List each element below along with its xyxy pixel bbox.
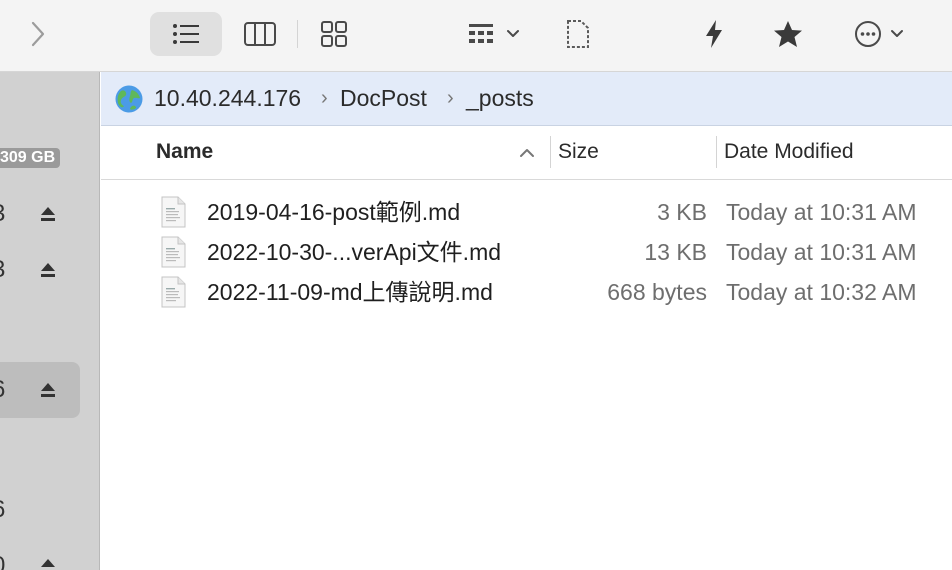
breadcrumb-item[interactable]: 10.40.244.176 (154, 84, 301, 112)
favorite-button[interactable] (768, 14, 808, 54)
group-grid-icon (469, 24, 493, 43)
file-date: Today at 10:32 AM (726, 279, 917, 305)
file-row[interactable]: 2022-11-09-md上傳說明.md 668 bytes Today at … (101, 272, 952, 312)
file-size: 668 bytes (607, 279, 707, 305)
file-name: 2022-10-30-...verApi文件.md (207, 239, 502, 265)
chevron-down-icon (891, 30, 903, 37)
sidebar-item[interactable]: 3 (0, 242, 80, 298)
forward-button[interactable] (22, 18, 54, 50)
globe-icon (115, 85, 143, 113)
new-file-button[interactable] (558, 14, 598, 54)
eject-icon[interactable] (38, 556, 58, 570)
document-icon (567, 20, 589, 48)
columns-icon (244, 22, 276, 46)
lightning-icon (706, 20, 722, 48)
ellipsis-circle-icon (855, 21, 881, 47)
toolbar-separator (297, 20, 298, 48)
sidebar-item-label: 3 (0, 256, 5, 284)
sidebar-item-label: 6 (0, 496, 5, 524)
breadcrumb-item[interactable]: DocPost (340, 84, 427, 112)
column-divider[interactable] (550, 136, 551, 168)
column-header-date[interactable]: Date Modified (724, 139, 854, 165)
sidebar: 309 GB 3 3 6 6 0 (0, 72, 100, 570)
sidebar-item[interactable]: 6 (0, 482, 80, 538)
grid-icon (321, 21, 347, 47)
view-icons-button[interactable] (312, 14, 356, 54)
chevron-right-icon (31, 21, 45, 47)
eject-icon[interactable] (38, 204, 58, 224)
file-size: 3 KB (657, 199, 707, 225)
file-size: 13 KB (644, 239, 707, 265)
path-bar: 10.40.244.176 › DocPost › _posts (101, 72, 952, 126)
eject-icon[interactable] (38, 260, 58, 280)
column-header-name[interactable]: Name (156, 139, 213, 165)
file-row[interactable]: 2019-04-16-post範例.md 3 KB Today at 10:31… (101, 192, 952, 232)
column-header-size[interactable]: Size (558, 139, 599, 165)
breadcrumb-item[interactable]: _posts (466, 84, 534, 112)
list-icon (173, 24, 199, 44)
file-name: 2022-11-09-md上傳說明.md (207, 279, 493, 305)
column-divider[interactable] (716, 136, 717, 168)
column-header-bar: Name Size Date Modified (101, 126, 952, 180)
view-list-button[interactable] (150, 12, 222, 56)
breadcrumb-separator: › (447, 87, 454, 109)
sort-ascending-icon[interactable] (519, 148, 535, 158)
sidebar-item[interactable]: 0 (0, 538, 80, 570)
file-date: Today at 10:31 AM (726, 199, 917, 225)
quick-action-button[interactable] (694, 14, 734, 54)
file-name: 2019-04-16-post範例.md (207, 199, 461, 225)
view-columns-button[interactable] (238, 14, 282, 54)
toolbar (0, 0, 952, 72)
file-row[interactable]: 2022-10-30-...verApi文件.md 13 KB Today at… (101, 232, 952, 272)
sidebar-item-label: 6 (0, 376, 5, 404)
file-date: Today at 10:31 AM (726, 239, 917, 265)
eject-icon[interactable] (38, 380, 58, 400)
sidebar-item-selected[interactable]: 6 (0, 362, 80, 418)
chevron-down-icon (507, 30, 519, 37)
sidebar-item-label: 3 (0, 200, 5, 228)
file-list: 2019-04-16-post範例.md 3 KB Today at 10:31… (101, 180, 952, 570)
more-button[interactable] (846, 14, 912, 54)
sidebar-item-label: 0 (0, 552, 5, 570)
markdown-file-icon (161, 196, 186, 228)
sidebar-item[interactable]: 3 (0, 186, 80, 242)
markdown-file-icon (161, 236, 186, 268)
group-by-button[interactable] (460, 14, 528, 54)
breadcrumb-separator: › (321, 87, 328, 109)
capacity-badge: 309 GB (0, 148, 61, 168)
markdown-file-icon (161, 276, 186, 308)
star-icon (774, 21, 802, 47)
